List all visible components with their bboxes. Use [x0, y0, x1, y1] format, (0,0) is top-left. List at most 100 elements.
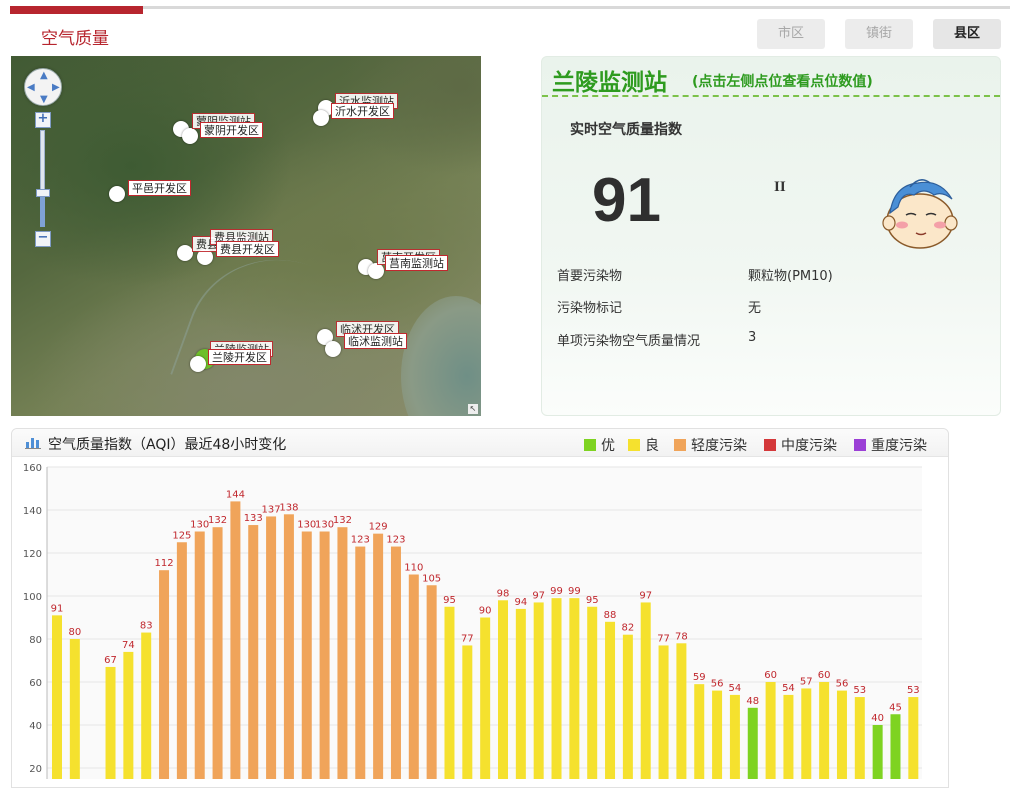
bar-value-label: 105: [422, 573, 441, 584]
legend-item[interactable]: 轻度污染: [674, 435, 747, 454]
station-marker[interactable]: [325, 341, 341, 357]
bar-value-label: 56: [836, 679, 849, 690]
aqi-bar: [212, 527, 223, 779]
station-marker[interactable]: [313, 110, 329, 126]
bar-value-label: 132: [208, 515, 227, 526]
bar-value-label: 97: [639, 590, 652, 601]
bar-value-label: 53: [853, 685, 866, 696]
bar-value-label: 130: [297, 520, 316, 531]
station-marker[interactable]: [368, 263, 384, 279]
aqi-bar-chart: 2040608010012014016091800677483112125130…: [23, 463, 922, 779]
bar-value-label: 77: [657, 633, 670, 644]
bar-value-label: 132: [333, 515, 352, 526]
y-tick-label: 40: [29, 721, 42, 732]
station-marker[interactable]: [190, 356, 206, 372]
aqi-value: 91: [592, 166, 661, 235]
legend-label: 优: [601, 438, 615, 454]
legend-label: 轻度污染: [691, 438, 747, 454]
bar-chart-icon: [25, 438, 41, 449]
aqi-bar: [908, 697, 919, 779]
aqi-bar: [319, 531, 330, 779]
tab-town[interactable]: 镇街: [845, 19, 913, 49]
bar-value-label: 129: [369, 522, 388, 533]
bar-value-label: 77: [461, 633, 474, 644]
aqi-title: 实时空气质量指数: [570, 122, 682, 138]
bar-value-label: 97: [532, 590, 545, 601]
bar-value-label: 74: [122, 640, 135, 651]
bar-value-label: 95: [586, 595, 599, 606]
bar-value-label: 98: [497, 588, 510, 599]
legend-label: 中度污染: [781, 438, 837, 454]
y-tick-label: 160: [23, 463, 42, 474]
aqi-bar: [783, 694, 794, 779]
aqi-bar: [230, 501, 241, 779]
bar-value-label: 60: [764, 670, 777, 681]
station-label[interactable]: 兰陵开发区: [208, 349, 271, 365]
aqi-bar: [640, 602, 651, 779]
aqi-bar: [819, 682, 830, 779]
aqi-bar: [854, 697, 865, 779]
pollutant-mark-value: 无: [748, 301, 762, 316]
bar-value-label: 40: [871, 713, 884, 724]
station-label[interactable]: 临沭监测站: [344, 333, 407, 349]
aqi-bar: [105, 666, 116, 779]
aqi-level: II: [774, 179, 786, 195]
zoom-slider-handle[interactable]: [36, 189, 50, 197]
aqi-bar: [569, 598, 580, 779]
station-label[interactable]: 莒南监测站: [385, 255, 448, 271]
bar-value-label: 48: [746, 696, 759, 707]
aqi-bar: [426, 585, 437, 779]
station-label[interactable]: 平邑开发区: [128, 180, 191, 196]
legend-item[interactable]: 良: [628, 435, 659, 454]
legend-item[interactable]: 重度污染: [854, 435, 927, 454]
pan-down-icon[interactable]: ▼: [40, 94, 48, 105]
aqi-bar: [444, 606, 455, 779]
aqi-bar: [765, 682, 776, 779]
aqi-bar: [373, 533, 384, 779]
aqi-bar: [729, 694, 740, 779]
map-pan-control[interactable]: ▲ ▼ ◀ ▶: [24, 68, 62, 106]
aqi-bar: [836, 690, 847, 779]
aqi-bar: [890, 714, 901, 779]
station-header: 兰陵监测站 (点击左侧点位查看点位数值): [542, 57, 1000, 97]
pan-left-icon[interactable]: ◀: [27, 82, 35, 93]
aqi-bar: [658, 645, 669, 779]
aqi-bar: [390, 546, 401, 779]
aqi-bar: [872, 725, 883, 779]
legend-label: 重度污染: [871, 438, 927, 454]
top-divider: [10, 6, 1010, 14]
bar-value-label: 137: [262, 504, 281, 515]
bar-value-label: 95: [443, 595, 456, 606]
bar-value-label: 144: [226, 489, 245, 500]
zoom-out-icon[interactable]: −: [35, 231, 51, 247]
legend-label: 良: [645, 438, 659, 454]
bar-value-label: 130: [190, 520, 209, 531]
pan-up-icon[interactable]: ▲: [40, 70, 48, 81]
tab-city[interactable]: 市区: [757, 19, 825, 49]
aqi-bar: [551, 598, 562, 779]
station-label[interactable]: 沂水开发区: [331, 103, 394, 119]
satellite-map[interactable]: 蒙阴监测站 蒙阴开发区 沂水监测站 沂水开发区 平邑开发区 费县开发区 费县监测…: [11, 56, 481, 416]
bar-value-label: 78: [675, 631, 688, 642]
single-pollutant-label: 单项污染物空气质量情况: [557, 334, 701, 349]
legend-item[interactable]: 优: [584, 435, 615, 454]
pan-right-icon[interactable]: ▶: [52, 82, 60, 93]
legend-swatch: [584, 439, 596, 451]
tab-county[interactable]: 县区: [933, 19, 1001, 49]
y-tick-label: 140: [23, 506, 42, 517]
station-marker[interactable]: [109, 186, 125, 202]
station-marker[interactable]: [182, 128, 198, 144]
legend-item[interactable]: 中度污染: [764, 435, 837, 454]
station-label[interactable]: 蒙阴开发区: [200, 122, 263, 138]
mascot-face-icon: [882, 179, 958, 249]
map-expand-icon[interactable]: ↖: [468, 404, 478, 414]
station-marker[interactable]: [177, 245, 193, 261]
bar-value-label: 90: [479, 606, 492, 617]
zoom-in-icon[interactable]: +: [35, 112, 51, 128]
primary-pollutant-label: 首要污染物: [557, 269, 623, 284]
station-label[interactable]: 费县开发区: [216, 241, 279, 257]
legend-swatch: [854, 439, 866, 451]
aqi-bar: [159, 570, 170, 779]
bar-value-label: 133: [244, 513, 263, 524]
aqi-bar: [123, 651, 134, 779]
